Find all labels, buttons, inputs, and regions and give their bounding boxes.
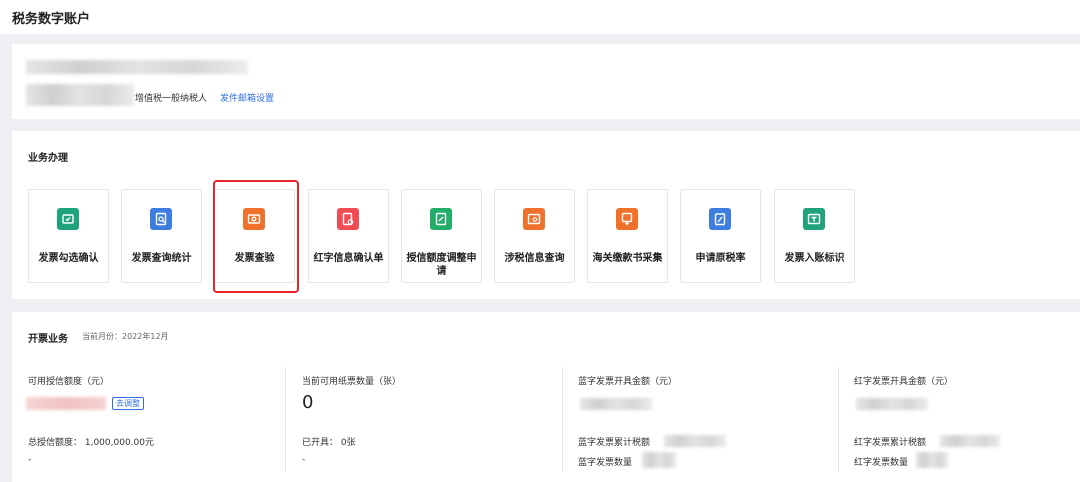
- redacted-tax-id: [26, 84, 134, 106]
- invoicing-section-title: 开票业务: [28, 334, 68, 345]
- highlight-box: [213, 180, 299, 293]
- tax-rate-icon: [709, 208, 731, 230]
- business-tile-label: 海关缴款书采集: [592, 253, 663, 264]
- page-title: 税务数字账户: [12, 12, 91, 27]
- redacted-available-credit: [26, 397, 106, 410]
- business-tile[interactable]: 红字信息确认单: [308, 189, 389, 283]
- issued-count: 已开具： 0张: [302, 438, 356, 448]
- blue-total-label: 蓝字发票累计税额: [578, 438, 651, 448]
- credit-adjust-icon: [430, 208, 452, 230]
- business-tile-label: 发票查询统计: [131, 253, 192, 264]
- red-total-label: 红字发票累计税额: [854, 438, 927, 448]
- red-count-label: 红字发票数量: [854, 458, 909, 468]
- redacted-blue-count: [642, 452, 676, 468]
- invoice-entry-icon: [803, 208, 825, 230]
- business-tile[interactable]: 发票勾选确认: [28, 189, 109, 283]
- business-tile[interactable]: 发票入账标识: [774, 189, 855, 283]
- business-tile-label: 申请原税率: [695, 253, 746, 264]
- total-credit-sub: -: [28, 455, 32, 465]
- red-info-icon: [337, 208, 359, 230]
- blue-amount-label: 蓝字发票开具金额（元）: [578, 377, 678, 387]
- search-invoice-icon: [150, 208, 172, 230]
- business-tile-label: 红字信息确认单: [313, 253, 384, 264]
- redacted-red-total: [940, 435, 1000, 447]
- business-tile[interactable]: 海关缴款书采集: [587, 189, 668, 283]
- business-tile[interactable]: 申请原税率: [680, 189, 761, 283]
- column-divider: [285, 367, 286, 472]
- paper-invoice-value: 0: [302, 392, 314, 413]
- tax-info-icon: [523, 208, 545, 230]
- business-tile-label: 涉税信息查询: [504, 253, 565, 264]
- business-tile[interactable]: 涉税信息查询: [494, 189, 575, 283]
- business-section-title: 业务办理: [28, 153, 68, 164]
- top-bar: 税务数字账户: [0, 0, 1080, 34]
- taxpayer-type: 增值税一般纳税人: [135, 94, 208, 104]
- business-tile-label: 发票勾选确认: [38, 253, 99, 264]
- business-tile[interactable]: 授信额度调整申请: [401, 189, 482, 283]
- business-tile[interactable]: 发票查询统计: [121, 189, 202, 283]
- column-divider: [838, 367, 839, 472]
- total-credit: 总授信额度： 1,000,000.00元: [28, 438, 154, 448]
- email-settings-link[interactable]: 发件邮箱设置: [220, 91, 274, 104]
- blue-count-label: 蓝字发票数量: [578, 458, 633, 468]
- redacted-blue-amount: [580, 398, 652, 410]
- business-tile-label: 授信额度调整申请: [406, 253, 477, 277]
- redacted-red-count: [916, 452, 948, 468]
- column-divider: [562, 367, 563, 472]
- current-month: 当前月份：2022年12月: [82, 332, 169, 341]
- business-tile-label: 发票入账标识: [784, 253, 845, 264]
- customs-icon: [616, 208, 638, 230]
- redacted-company-name: [26, 60, 248, 74]
- business-panel: 业务办理 发票勾选确认 发票查询统计 发票查验 红字信息确认单 授信额度调整申请 涉税信息…: [12, 131, 1080, 299]
- invoicing-panel: 开票业务 当前月份：2022年12月 可用授信额度（元） 去调整 总授信额度： …: [12, 312, 1080, 482]
- available-credit-label: 可用授信额度（元）: [28, 377, 110, 387]
- check-invoice-icon: [57, 208, 79, 230]
- issued-sub: -: [302, 455, 306, 465]
- account-panel: 增值税一般纳税人 发件邮箱设置: [12, 44, 1080, 119]
- red-amount-label: 红字发票开具金额（元）: [854, 377, 954, 387]
- redacted-red-amount: [856, 398, 928, 410]
- redacted-blue-total: [664, 435, 726, 447]
- paper-invoice-label: 当前可用纸票数量（张）: [302, 377, 402, 387]
- adjust-credit-button[interactable]: 去调整: [112, 397, 144, 410]
